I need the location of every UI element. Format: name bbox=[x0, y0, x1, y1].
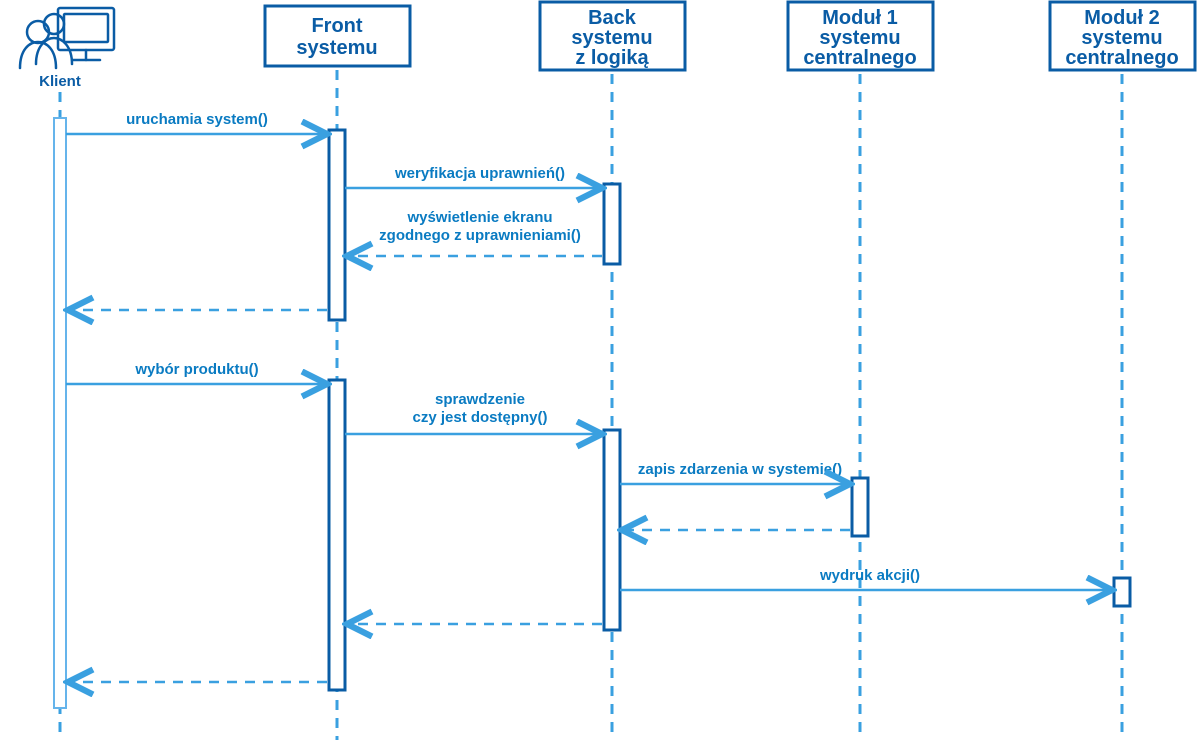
svg-text:systemu: systemu bbox=[296, 37, 377, 59]
msg-uruchamia-label: uruchamia system() bbox=[126, 111, 268, 128]
msg-zapis-label: zapis zdarzenia w systemie() bbox=[638, 461, 842, 478]
svg-text:z logiką: z logiką bbox=[575, 47, 649, 69]
activation-mod1 bbox=[852, 478, 868, 536]
activation-klient bbox=[54, 118, 66, 708]
msg-wybor-label: wybór produktu() bbox=[134, 361, 258, 378]
msg-ekran-label-2: zgodnego z uprawnieniami() bbox=[379, 227, 581, 244]
svg-text:systemu: systemu bbox=[571, 27, 652, 49]
svg-text:centralnego: centralnego bbox=[1065, 47, 1178, 69]
activation-back-2 bbox=[604, 430, 620, 630]
activation-mod2 bbox=[1114, 578, 1130, 606]
svg-text:Moduł 1: Moduł 1 bbox=[822, 7, 898, 29]
participant-back: Back systemu z logiką bbox=[540, 2, 685, 70]
actor-klient: Klient bbox=[20, 8, 114, 90]
msg-sprawdzenie-label-2: czy jest dostępny() bbox=[412, 409, 547, 426]
activation-back-1 bbox=[604, 184, 620, 264]
participant-front: Front systemu bbox=[265, 6, 410, 66]
msg-wydruk-label: wydruk akcji() bbox=[819, 567, 920, 584]
activation-front-2 bbox=[329, 380, 345, 690]
svg-text:systemu: systemu bbox=[1081, 27, 1162, 49]
svg-text:Moduł 2: Moduł 2 bbox=[1084, 7, 1160, 29]
msg-ekran-label-1: wyświetlenie ekranu bbox=[406, 209, 552, 226]
msg-weryfikacja-label: weryfikacja uprawnień() bbox=[394, 165, 565, 182]
svg-text:Back: Back bbox=[588, 7, 637, 29]
activation-front-1 bbox=[329, 130, 345, 320]
svg-text:centralnego: centralnego bbox=[803, 47, 916, 69]
svg-text:systemu: systemu bbox=[819, 27, 900, 49]
sequence-diagram: Klient Front systemu Back systemu z logi… bbox=[0, 0, 1200, 746]
participant-mod2: Moduł 2 systemu centralnego bbox=[1050, 2, 1195, 70]
svg-text:Front: Front bbox=[311, 15, 362, 37]
msg-sprawdzenie-label-1: sprawdzenie bbox=[435, 391, 525, 408]
participant-mod1: Moduł 1 systemu centralnego bbox=[788, 2, 933, 70]
actor-label: Klient bbox=[39, 73, 81, 90]
user-icon bbox=[20, 8, 114, 68]
